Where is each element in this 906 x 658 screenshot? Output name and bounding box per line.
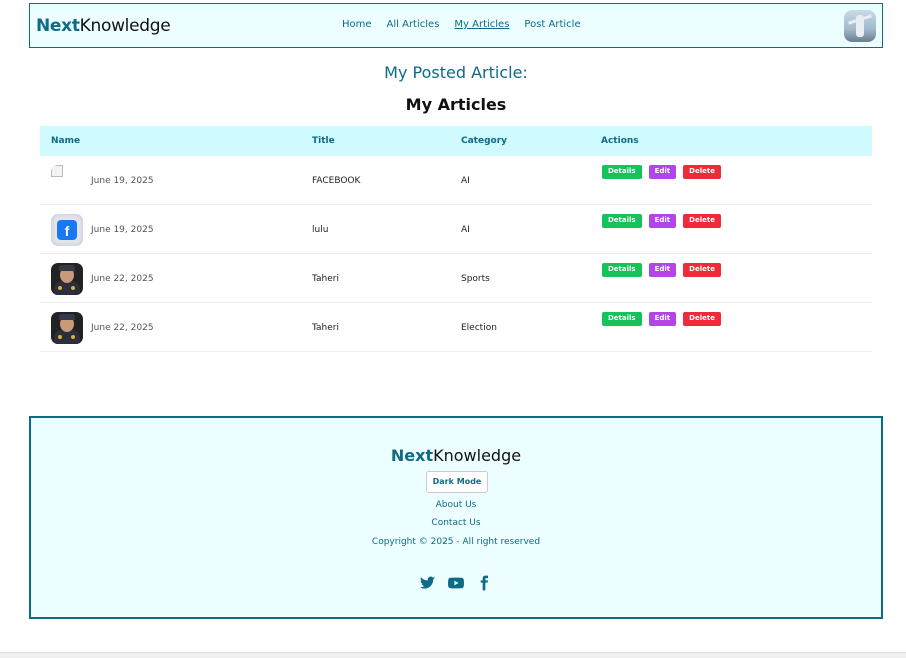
delete-button[interactable]: Delete	[683, 312, 721, 326]
person-photo	[51, 263, 83, 295]
user-avatar[interactable]	[844, 10, 876, 42]
footer: NextKnowledge Dark Mode About Us Contact…	[29, 416, 883, 619]
footer-brand-bold: Next	[390, 446, 434, 465]
article-date: June 19, 2025	[91, 225, 154, 235]
edit-button[interactable]: Edit	[648, 263, 677, 277]
table-row: June 19, 2025 FACEBOOK AI Details Edit D…	[40, 156, 872, 205]
article-date: June 19, 2025	[91, 176, 154, 186]
page-heading: My Posted Article:	[384, 63, 528, 82]
brand-bold: Next	[36, 15, 80, 36]
nav-links: Home All Articles My Articles Post Artic…	[342, 19, 581, 30]
header-actions: Actions	[601, 136, 639, 146]
details-button[interactable]: Details	[602, 263, 642, 277]
article-title: Taheri	[312, 323, 339, 333]
details-button[interactable]: Details	[602, 312, 642, 326]
edit-button[interactable]: Edit	[648, 165, 677, 179]
details-button[interactable]: Details	[602, 214, 642, 228]
article-category: AI	[461, 225, 470, 235]
article-title: Taheri	[312, 274, 339, 284]
articles-table: Name Title Category Actions June 19, 202…	[40, 126, 872, 352]
nav-link-my-articles[interactable]: My Articles	[454, 19, 509, 30]
nav-link-post-article[interactable]: Post Article	[524, 19, 580, 30]
dark-mode-button[interactable]: Dark Mode	[426, 471, 488, 493]
youtube-icon[interactable]	[448, 575, 464, 591]
twitter-icon[interactable]	[420, 575, 436, 591]
article-title: lulu	[312, 225, 329, 235]
edit-button[interactable]: Edit	[648, 312, 677, 326]
row-actions: Details Edit Delete	[602, 165, 721, 179]
facebook-icon[interactable]	[476, 575, 492, 591]
article-date: June 22, 2025	[91, 274, 154, 284]
article-category: AI	[461, 176, 470, 186]
about-us-link[interactable]: About Us	[31, 500, 881, 510]
navbar: NextKnowledge Home All Articles My Artic…	[29, 3, 883, 48]
table-header: Name Title Category Actions	[40, 126, 872, 156]
footer-brand-rest: Knowledge	[433, 446, 522, 465]
contact-us-link[interactable]: Contact Us	[31, 518, 881, 528]
row-actions: Details Edit Delete	[602, 263, 721, 277]
header-category: Category	[461, 136, 508, 146]
header-name: Name	[51, 136, 81, 146]
social-links	[420, 575, 492, 591]
article-date: June 22, 2025	[91, 323, 154, 333]
article-category: Election	[461, 323, 497, 333]
table-row: June 22, 2025 Taheri Sports Details Edit…	[40, 254, 872, 303]
edit-button[interactable]: Edit	[648, 214, 677, 228]
section-title: My Articles	[405, 95, 507, 114]
row-actions: Details Edit Delete	[602, 214, 721, 228]
article-title: FACEBOOK	[312, 176, 361, 186]
brand-logo[interactable]: NextKnowledge	[36, 15, 171, 36]
delete-button[interactable]: Delete	[683, 214, 721, 228]
delete-button[interactable]: Delete	[683, 263, 721, 277]
row-actions: Details Edit Delete	[602, 312, 721, 326]
nav-link-home[interactable]: Home	[342, 19, 372, 30]
footer-brand: NextKnowledge	[31, 446, 881, 465]
brand-rest: Knowledge	[79, 15, 171, 36]
facebook-logo-image: f	[51, 214, 83, 246]
header-title: Title	[312, 136, 335, 146]
table-row: f June 19, 2025 lulu AI Details Edit Del…	[40, 205, 872, 254]
delete-button[interactable]: Delete	[683, 165, 721, 179]
table-row: June 22, 2025 Taheri Election Details Ed…	[40, 303, 872, 352]
copyright-text: Copyright © 2025 - All right reserved	[371, 537, 541, 547]
nav-link-all-articles[interactable]: All Articles	[387, 19, 440, 30]
bottom-strip	[0, 652, 906, 658]
details-button[interactable]: Details	[602, 165, 642, 179]
article-category: Sports	[461, 274, 490, 284]
person-photo	[51, 312, 83, 344]
broken-image-icon	[51, 165, 83, 197]
